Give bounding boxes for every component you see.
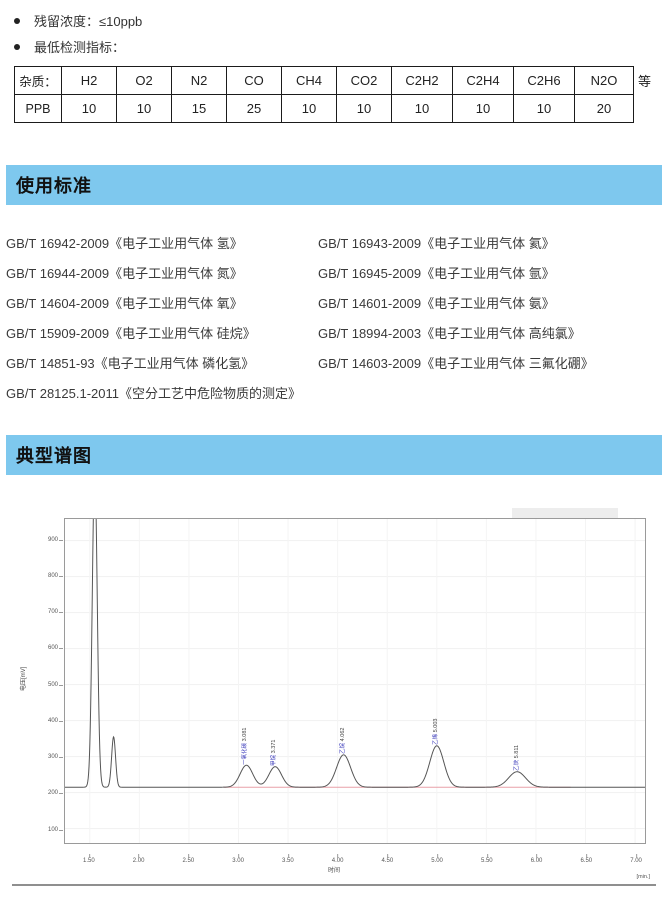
list-item: GB/T 16942-2009《电子工业用气体 氢》 GB/T 16943-20… — [6, 227, 668, 257]
peak-label: 乙炔 5.811 — [513, 745, 520, 772]
list-item: 残留浓度：≤10ppb — [0, 8, 668, 34]
standard-right: GB/T 16945-2009《电子工业用气体 氩》 — [318, 265, 555, 281]
section-title: 典型谱图 — [16, 446, 92, 467]
bullet-text: 最低检测指标： — [34, 39, 126, 55]
standard-left: GB/T 16944-2009《电子工业用气体 氮》 — [6, 265, 243, 281]
peak-label: 一氧化碳 3.081 — [242, 727, 249, 765]
plot-area — [64, 518, 646, 844]
bullet-text: 残留浓度：≤10ppb — [34, 13, 143, 29]
standard-left: GB/T 15909-2009《电子工业用气体 硅烷》 — [6, 325, 256, 341]
table-header-cell: CO2 — [336, 66, 392, 95]
section-header-standards: 使用标准 — [6, 165, 662, 205]
page-root: 残留浓度：≤10ppb 最低检测指标： 杂质： H2 O2 N2 CO CH4 … — [0, 0, 668, 904]
list-item: GB/T 14851-93《电子工业用气体 磷化氢》 GB/T 14603-20… — [6, 347, 668, 377]
table-header-cell: CH4 — [281, 66, 337, 95]
y-axis-tick: 200 — [12, 790, 63, 796]
table-cell: 10 — [452, 94, 514, 123]
x-axis-tick: 2.50 — [183, 854, 194, 864]
chart-bottom-rule — [12, 884, 656, 886]
table-header-label: N2O — [590, 73, 618, 88]
row-label: 杂质： — [14, 66, 62, 95]
chromatogram-chart: 电压[mV] 100 200 300 400 500 600 700 800 900 1.50 2… — [12, 508, 656, 886]
table-cell: 10 — [281, 94, 337, 123]
y-axis-tick: 600 — [12, 645, 63, 651]
standards-list: GB/T 16942-2009《电子工业用气体 氢》 GB/T 16943-20… — [0, 205, 668, 407]
table-header-cell: N2O 等 — [574, 66, 651, 95]
y-axis-tick: 800 — [12, 573, 63, 579]
table-cell: 10 — [116, 94, 172, 123]
x-axis-tick: 5.00 — [431, 854, 443, 864]
standard-right: GB/T 16943-2009《电子工业用气体 氦》 — [318, 235, 555, 251]
impurity-table: 杂质： H2 O2 N2 CO CH4 CO2 C2H2 C2H4 C2H6 N… — [14, 66, 651, 123]
standard-left: GB/T 28125.1-2011《空分工艺中危险物质的测定》 — [6, 385, 301, 401]
table-row: PPB 10 10 15 25 10 10 10 10 10 20 — [14, 94, 634, 123]
standard-right: GB/T 18994-2003《电子工业用气体 高纯氯》 — [318, 325, 581, 341]
table-cell: 10 — [336, 94, 392, 123]
y-axis-tick: 900 — [12, 537, 63, 543]
y-axis-tick: 500 — [12, 682, 63, 688]
peak-label: 乙烷 4.062 — [339, 727, 346, 755]
x-axis-tick: 2.00 — [133, 854, 144, 864]
table-header-cell: C2H6 — [513, 66, 575, 95]
list-item: 最低检测指标： — [0, 34, 668, 60]
bullet-list: 残留浓度：≤10ppb 最低检测指标： — [0, 0, 668, 60]
table-suffix-etc: 等 — [637, 74, 651, 89]
table-header-cell: O2 — [116, 66, 172, 95]
table-cell: 20 — [574, 94, 634, 123]
x-axis-tick: 1.50 — [83, 854, 95, 864]
section-header-chromatogram: 典型谱图 — [6, 435, 662, 475]
bullet-dot-icon — [14, 18, 20, 24]
list-item: GB/T 15909-2009《电子工业用气体 硅烷》 GB/T 18994-2… — [6, 317, 668, 347]
table-header-cell: C2H4 — [452, 66, 514, 95]
table-row: 杂质： H2 O2 N2 CO CH4 CO2 C2H2 C2H4 C2H6 N… — [14, 66, 651, 95]
table-cell: 25 — [226, 94, 282, 123]
y-axis-tick: 400 — [12, 718, 63, 724]
y-axis-tick: 100 — [12, 827, 63, 833]
row-label: PPB — [14, 94, 62, 123]
section-title: 使用标准 — [16, 176, 92, 197]
x-axis-tick: 3.00 — [232, 854, 244, 864]
x-axis-tick: 5.50 — [481, 854, 493, 864]
x-axis-tick: 4.50 — [381, 854, 393, 864]
x-axis-tick: 6.00 — [531, 854, 542, 864]
x-axis-unit: [min.] — [636, 874, 650, 880]
table-cell: 10 — [61, 94, 117, 123]
standard-right: GB/T 14601-2009《电子工业用气体 氨》 — [318, 295, 555, 311]
list-item: GB/T 28125.1-2011《空分工艺中危险物质的测定》 — [6, 377, 668, 407]
table-header-cell: N2 — [171, 66, 227, 95]
standard-left: GB/T 14604-2009《电子工业用气体 氧》 — [6, 295, 243, 311]
y-axis-tick: 700 — [12, 609, 63, 615]
x-axis-title: 时间 — [327, 868, 340, 874]
list-item: GB/T 16944-2009《电子工业用气体 氮》 GB/T 16945-20… — [6, 257, 668, 287]
table-header-cell: CO — [226, 66, 282, 95]
standard-left: GB/T 14851-93《电子工业用气体 磷化氢》 — [6, 355, 255, 371]
standard-right: GB/T 14603-2009《电子工业用气体 三氟化硼》 — [318, 355, 594, 371]
list-item: GB/T 14604-2009《电子工业用气体 氧》 GB/T 14601-20… — [6, 287, 668, 317]
x-axis-tick: 6.50 — [580, 854, 592, 864]
x-axis-tick: 3.50 — [282, 854, 294, 864]
table-header-cell: H2 — [61, 66, 117, 95]
table-cell: 15 — [171, 94, 227, 123]
table-header-cell: C2H2 — [391, 66, 453, 95]
standard-left: GB/T 16942-2009《电子工业用气体 氢》 — [6, 235, 243, 251]
table-cell: 10 — [391, 94, 453, 123]
chromatogram-trace-svg — [65, 519, 645, 843]
y-axis-tick: 300 — [12, 754, 63, 760]
impurity-table-wrap: 杂质： H2 O2 N2 CO CH4 CO2 C2H2 C2H4 C2H6 N… — [14, 66, 668, 123]
x-axis-tick: 7.00 — [630, 854, 642, 864]
x-axis-tick: 4.00 — [332, 854, 343, 864]
bullet-dot-icon — [14, 44, 20, 50]
peak-label: 乙烯 5.003 — [433, 718, 440, 746]
peak-label: 甲烷 3.371 — [271, 739, 278, 767]
table-cell: 10 — [513, 94, 575, 123]
